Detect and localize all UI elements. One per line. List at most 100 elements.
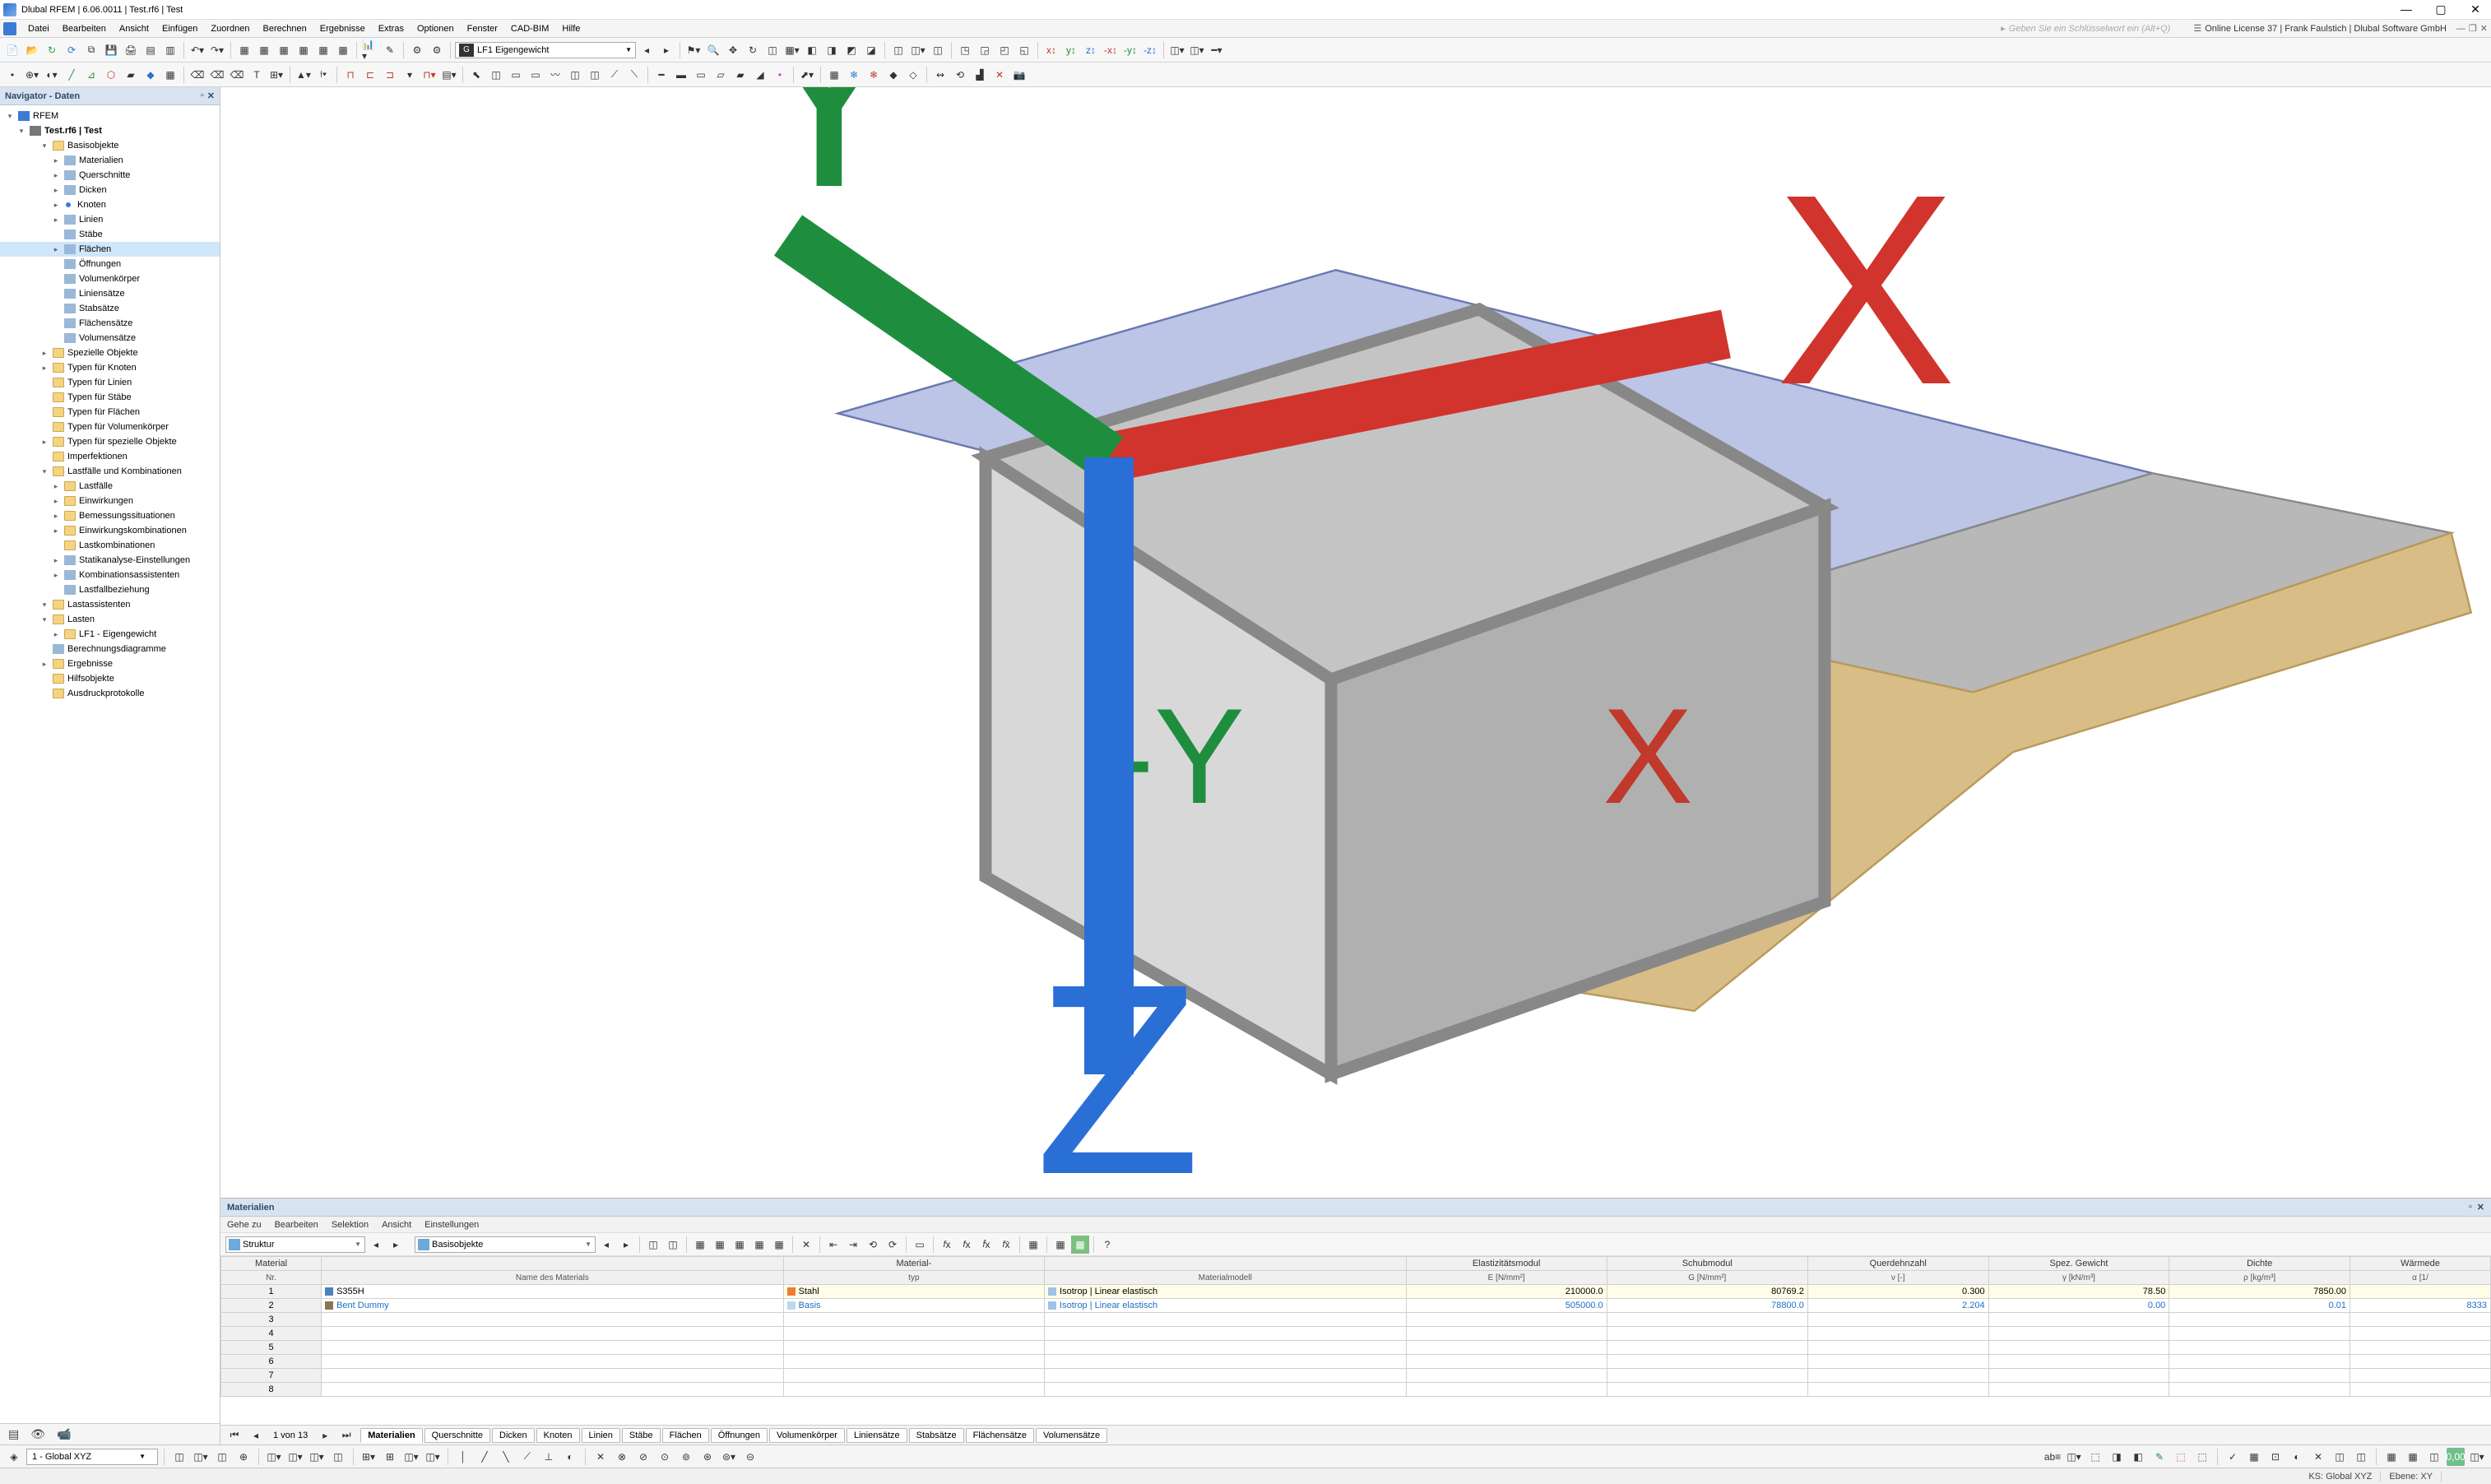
bt15-icon[interactable]: ╲	[497, 1448, 515, 1466]
undo-icon[interactable]: ↶▾	[188, 41, 206, 59]
l5-icon[interactable]: ◆	[141, 66, 160, 84]
ld7-icon[interactable]: •	[771, 66, 789, 84]
mnav-prev-icon[interactable]: ◂	[247, 1426, 265, 1445]
tree-node[interactable]: ▸Materialien	[0, 153, 220, 168]
mat-tab-volumensätze[interactable]: Volumensätze	[1036, 1428, 1107, 1443]
mtb-del-icon[interactable]: ✕	[797, 1236, 815, 1254]
mat-tab-linien[interactable]: Linien	[582, 1428, 620, 1443]
mat-menu-selektion[interactable]: Selektion	[332, 1220, 369, 1230]
bt11-icon[interactable]: ◫▾	[402, 1448, 420, 1466]
bt4-icon[interactable]: ⊕	[234, 1448, 253, 1466]
v4-icon[interactable]: ◨	[823, 41, 841, 59]
tree-node[interactable]: ▸LF1 - Eigengewicht	[0, 627, 220, 642]
mat-menu-bearbeiten[interactable]: Bearbeiten	[275, 1220, 318, 1230]
calc-icon[interactable]: ⚙	[408, 41, 426, 59]
mtb-fx3-icon[interactable]: f̄x	[977, 1236, 995, 1254]
calc2-icon[interactable]: ⚙	[428, 41, 446, 59]
mtb-e2-icon[interactable]: ▦	[1051, 1236, 1069, 1254]
mtb-next-icon[interactable]: ▸	[387, 1236, 405, 1254]
bt22-icon[interactable]: ⊙	[656, 1448, 674, 1466]
m1-icon[interactable]: ↭	[931, 66, 949, 84]
doc1-icon[interactable]: ▤	[141, 41, 160, 59]
tree-node[interactable]: ▸Statikanalyse-Einstellungen	[0, 553, 220, 568]
bt18-icon[interactable]: ◐	[561, 1448, 579, 1466]
bt1-icon[interactable]: ◫	[170, 1448, 188, 1466]
coordinate-system-select[interactable]: 1 - Global XYZ▼	[26, 1449, 158, 1465]
table-row[interactable]: 6	[221, 1355, 2491, 1369]
mat-tab-querschnitte[interactable]: Querschnitte	[424, 1428, 490, 1443]
tree-node[interactable]: ▸Ergebnisse	[0, 656, 220, 671]
maximize-button[interactable]: ▢	[2428, 2, 2453, 16]
mat-menu-ansicht[interactable]: Ansicht	[382, 1220, 411, 1230]
br19-icon[interactable]: 0,00	[2447, 1448, 2465, 1466]
g5-icon[interactable]: ◇	[904, 66, 922, 84]
s2-icon[interactable]: ⌫	[208, 66, 226, 84]
loadcase-select[interactable]: G LF1 Eigengewicht ▼	[455, 42, 636, 58]
table-row[interactable]: 5	[221, 1341, 2491, 1355]
menu-berechnen[interactable]: Berechnen	[257, 22, 313, 35]
tree-node[interactable]: Typen für Linien	[0, 375, 220, 390]
mtb-c1-icon[interactable]: ⇤	[824, 1236, 842, 1254]
h2-icon[interactable]: ⊏	[361, 66, 379, 84]
mat-tab-materialien[interactable]: Materialien	[360, 1428, 422, 1443]
r-g5-icon[interactable]: ◫	[586, 66, 604, 84]
rot-icon[interactable]: ↻	[744, 41, 762, 59]
lc-next-icon[interactable]: ▸	[657, 41, 675, 59]
r-g4-icon[interactable]: ◫	[566, 66, 584, 84]
n1-icon[interactable]: •	[3, 66, 21, 84]
tree-node[interactable]: Imperfektionen	[0, 449, 220, 464]
disp2-icon[interactable]: ◫▾	[1188, 41, 1206, 59]
bt6-icon[interactable]: ◫▾	[286, 1448, 304, 1466]
disp3-icon[interactable]: ━▾	[1208, 41, 1226, 59]
tree-node[interactable]: Hilfsobjekte	[0, 671, 220, 686]
doc-restore-button[interactable]: ❐	[2469, 23, 2477, 34]
menu-extras[interactable]: Extras	[372, 22, 411, 35]
v5-icon[interactable]: ◩	[842, 41, 860, 59]
bt13-icon[interactable]: │	[454, 1448, 472, 1466]
tree-node[interactable]: Lastkombinationen	[0, 538, 220, 553]
tree-node[interactable]: Stäbe	[0, 227, 220, 242]
redo-icon[interactable]: ↷▾	[208, 41, 226, 59]
r3-icon[interactable]: ◫	[929, 41, 947, 59]
mtb-fx1-icon[interactable]: fx	[938, 1236, 956, 1254]
mtb-prev-icon[interactable]: ◂	[367, 1236, 385, 1254]
ax-xn-icon[interactable]: -x↕	[1102, 41, 1120, 59]
tree-node[interactable]: Volumenkörper	[0, 271, 220, 286]
bt19-icon[interactable]: ✕	[591, 1448, 610, 1466]
nav-model[interactable]: Test.rf6 | Test	[44, 126, 102, 136]
tree-node[interactable]: ▸Knoten	[0, 197, 220, 212]
n3-icon[interactable]: ◐▾	[43, 66, 61, 84]
del-icon[interactable]: ✕	[990, 66, 1009, 84]
sync-icon[interactable]: ⟳	[63, 41, 81, 59]
bt7-icon[interactable]: ◫▾	[308, 1448, 326, 1466]
bt26-icon[interactable]: ⊝	[741, 1448, 759, 1466]
l6-icon[interactable]: ▦	[161, 66, 179, 84]
r2-icon[interactable]: ◫▾	[909, 41, 927, 59]
h4-icon[interactable]: ▾	[401, 66, 419, 84]
tree-node[interactable]: ▾Lasten	[0, 612, 220, 627]
lc-prev-icon[interactable]: ◂	[638, 41, 656, 59]
ax-yn-icon[interactable]: -y↕	[1121, 41, 1139, 59]
m2-icon[interactable]: ⟲	[951, 66, 969, 84]
tree-node[interactable]: Typen für Volumenkörper	[0, 420, 220, 434]
r-g6-icon[interactable]: ⟋	[605, 66, 624, 84]
close-button[interactable]: ✕	[2463, 2, 2488, 16]
ld5-icon[interactable]: ▰	[731, 66, 749, 84]
g2-icon[interactable]: ❄	[845, 66, 863, 84]
mat-tab-dicken[interactable]: Dicken	[492, 1428, 535, 1443]
open-icon[interactable]: 📂	[23, 41, 41, 59]
mtb-a1-icon[interactable]: ◫	[644, 1236, 662, 1254]
br5-icon[interactable]: ◧	[2129, 1448, 2147, 1466]
mnav-last-icon[interactable]: ⏭	[337, 1426, 355, 1445]
br2-icon[interactable]: ◫▾	[2065, 1448, 2083, 1466]
new-icon[interactable]: 📄	[3, 41, 21, 59]
mnav-first-icon[interactable]: ⏮	[225, 1426, 244, 1445]
mtb-e3-icon[interactable]: ▦	[1071, 1236, 1089, 1254]
r1-icon[interactable]: ◫	[889, 41, 907, 59]
r-g7-icon[interactable]: ⟍	[625, 66, 643, 84]
br13-icon[interactable]: ✕	[2309, 1448, 2327, 1466]
menu-optionen[interactable]: Optionen	[411, 22, 461, 35]
mtb-b2-icon[interactable]: ▦	[711, 1236, 729, 1254]
bt20-icon[interactable]: ⊗	[613, 1448, 631, 1466]
s5-icon[interactable]: ⊞▾	[267, 66, 285, 84]
